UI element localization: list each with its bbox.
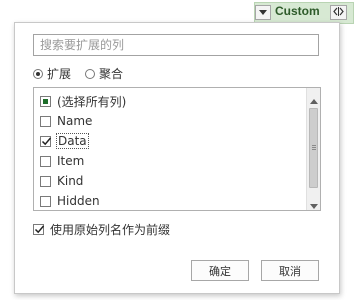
ok-button[interactable]: 确定 [191, 260, 249, 281]
kind-checkbox[interactable] [40, 175, 51, 187]
data-checkbox[interactable] [40, 135, 52, 147]
list-item-label: Kind [57, 174, 84, 188]
list-item-label: Name [57, 114, 93, 128]
scrollbar-thumb[interactable] [309, 108, 318, 188]
use-prefix-label: 使用原始列名作为前缀 [50, 223, 171, 237]
scroll-down-icon[interactable] [310, 199, 318, 209]
list-item-kind[interactable]: Kind [40, 172, 83, 190]
use-prefix-option[interactable]: 使用原始列名作为前缀 [33, 221, 170, 238]
list-item-select-all[interactable]: (选择所有列) [40, 92, 126, 110]
item-checkbox[interactable] [40, 155, 51, 167]
use-prefix-checkbox[interactable] [33, 224, 45, 235]
name-checkbox[interactable] [40, 115, 51, 127]
list-item-label: Data [56, 133, 89, 149]
hidden-checkbox[interactable] [40, 195, 51, 207]
expand-columns-icon [332, 6, 345, 20]
checkmark-icon [34, 225, 45, 234]
list-item-label: Hidden [57, 194, 100, 208]
select-all-checkbox[interactable] [40, 95, 51, 107]
radio-expand-label: 扩展 [47, 67, 72, 81]
radio-button-expand[interactable] [33, 68, 43, 79]
vertical-scrollbar[interactable] [306, 88, 320, 210]
checkmark-icon [41, 137, 52, 145]
list-item-item[interactable]: Item [40, 152, 84, 170]
expand-columns-button[interactable] [330, 5, 347, 20]
expand-column-dialog: 扩展 聚合 (选择所有列) Name Data Item Kind [14, 22, 340, 294]
radio-aggregate[interactable]: 聚合 [85, 65, 123, 82]
list-item-name[interactable]: Name [40, 112, 92, 130]
chevron-down-icon [259, 10, 267, 15]
cancel-button[interactable]: 取消 [261, 260, 319, 281]
column-list[interactable]: (选择所有列) Name Data Item Kind Hidden [33, 87, 321, 211]
list-item-label: (选择所有列) [57, 94, 127, 109]
list-item-hidden[interactable]: Hidden [40, 192, 100, 210]
column-filter-button[interactable] [255, 5, 271, 20]
list-item-label: Item [57, 154, 85, 168]
scroll-up-icon[interactable] [310, 93, 318, 104]
column-title: Custom [275, 4, 320, 18]
list-item-data[interactable]: Data [40, 132, 89, 150]
radio-expand[interactable]: 扩展 [33, 65, 71, 82]
radio-button-aggregate[interactable] [85, 68, 95, 79]
radio-aggregate-label: 聚合 [99, 67, 124, 81]
search-input[interactable] [33, 34, 319, 56]
